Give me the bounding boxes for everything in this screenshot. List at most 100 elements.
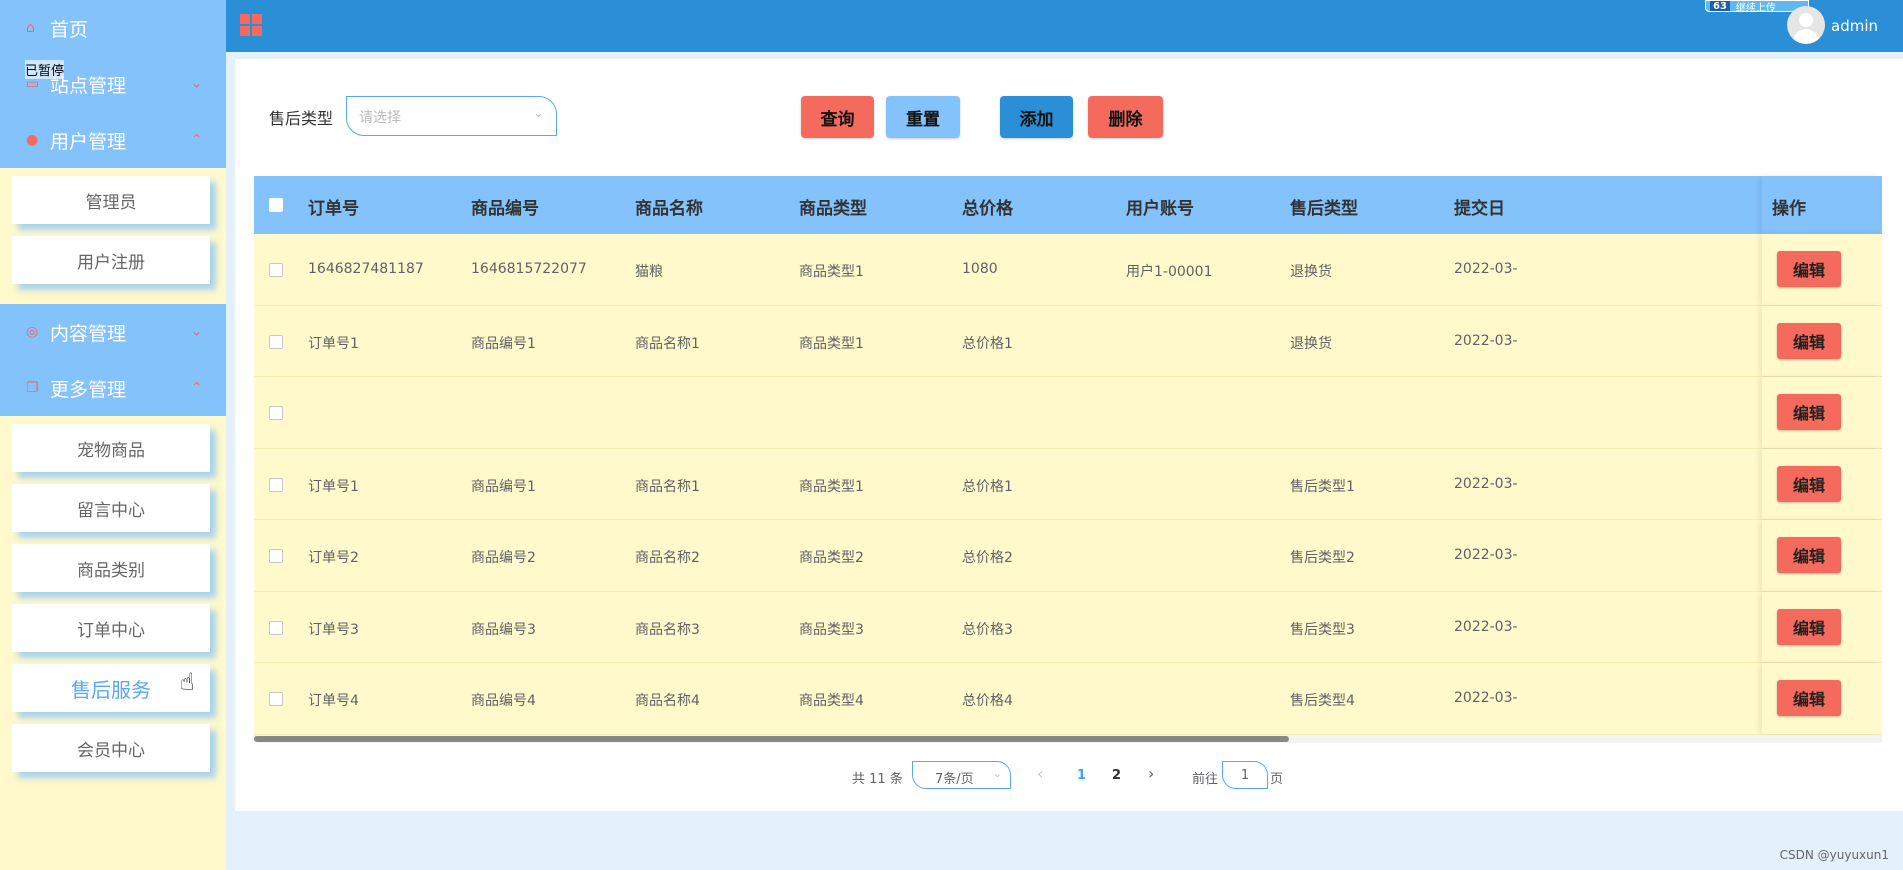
actions-cell: 编辑 bbox=[1762, 520, 1882, 591]
pagination-total: 共 11 条 bbox=[852, 772, 903, 787]
cell-order-no: 订单号1 bbox=[308, 478, 359, 495]
filter-label: 售后类型 bbox=[269, 109, 334, 128]
page-size-select[interactable]: 7条/页 ⌄ bbox=[912, 761, 1011, 789]
col-goods-no: 商品编号 bbox=[471, 199, 539, 219]
table-row: 订单号3 商品编号3 商品名称3 商品类型3 总价格3 售后类型3 2022-03- 编辑 bbox=[254, 591, 1882, 663]
sidebar-item-pet-goods[interactable]: 宠物商品 bbox=[12, 424, 210, 472]
copy-icon: ❐ bbox=[26, 380, 39, 396]
actions-cell: 编辑 bbox=[1762, 234, 1882, 305]
cell-user-account: 用户1-00001 bbox=[1126, 264, 1213, 280]
user-submenu: 管理员 用户注册 bbox=[0, 168, 226, 304]
cell-submit-date: 2022-03- bbox=[1454, 332, 1518, 349]
username[interactable]: admin bbox=[1831, 17, 1878, 35]
cell-submit-date: 2022-03- bbox=[1454, 618, 1518, 635]
cell-goods-type: 商品类型1 bbox=[799, 335, 864, 352]
cell-goods-name: 商品名称1 bbox=[635, 335, 700, 352]
select-all-checkbox[interactable] bbox=[269, 198, 283, 212]
cell-goods-no: 商品编号1 bbox=[471, 478, 536, 495]
row-checkbox[interactable] bbox=[269, 477, 283, 492]
col-actions-header: 操作 bbox=[1762, 176, 1882, 234]
select-placeholder: 请选择 bbox=[359, 110, 401, 126]
row-checkbox[interactable] bbox=[269, 334, 283, 349]
cell-goods-type: 商品类型1 bbox=[799, 264, 864, 280]
sidebar-item-categories[interactable]: 商品类别 bbox=[12, 544, 210, 592]
col-user-account: 用户账号 bbox=[1126, 199, 1194, 219]
cell-after-sales-type: 退换货 bbox=[1290, 264, 1332, 280]
reset-button[interactable]: 重置 bbox=[886, 96, 960, 138]
menu-more-management[interactable]: ❐ 更多管理 ⌃ bbox=[0, 360, 226, 416]
cell-total-price: 总价格1 bbox=[962, 478, 1013, 495]
row-checkbox[interactable] bbox=[269, 406, 283, 420]
row-checkbox[interactable] bbox=[269, 549, 283, 563]
add-button[interactable]: 添加 bbox=[1000, 96, 1073, 138]
chevron-up-icon: ⌃ bbox=[191, 380, 202, 396]
page-1-button[interactable]: 1 bbox=[1077, 768, 1086, 783]
cell-submit-date: 2022-03- bbox=[1454, 475, 1518, 492]
sidebar: ⌂ 首页 ▭ 站点管理 ⌄ ● 用户管理 ⌃ 管理员 用户注册 ◎ 内容管理 ⌄… bbox=[0, 0, 226, 870]
cell-after-sales-type: 售后类型2 bbox=[1290, 550, 1355, 566]
menu-content-management[interactable]: ◎ 内容管理 ⌄ bbox=[0, 304, 226, 360]
col-order-no: 订单号 bbox=[308, 199, 359, 219]
chevron-down-icon: ⌄ bbox=[992, 767, 1002, 780]
paused-label: 已暂停 bbox=[25, 60, 65, 79]
cell-goods-type: 商品类型1 bbox=[799, 478, 864, 495]
upload-badge-prefix: 63 bbox=[1710, 1, 1730, 11]
cell-goods-name: 商品名称3 bbox=[635, 621, 700, 638]
horizontal-scrollbar[interactable] bbox=[254, 734, 1882, 743]
col-after-sales-type: 售后类型 bbox=[1290, 199, 1358, 219]
actions-cell: 编辑 bbox=[1762, 448, 1882, 519]
edit-button[interactable]: 编辑 bbox=[1777, 608, 1841, 645]
menu-grid-icon[interactable] bbox=[240, 14, 262, 36]
table-row: 订单号1 商品编号1 商品名称1 商品类型1 总价格1 退换货 2022-03- 编辑 bbox=[254, 305, 1882, 377]
sidebar-item-members[interactable]: 会员中心 bbox=[12, 724, 210, 772]
goto-page-input[interactable]: 1 bbox=[1222, 761, 1268, 789]
next-page-button[interactable]: › bbox=[1148, 764, 1154, 783]
chevron-down-icon: ⌄ bbox=[533, 106, 544, 121]
cell-goods-no: 1646815722077 bbox=[471, 261, 587, 277]
delete-button[interactable]: 删除 bbox=[1088, 96, 1163, 138]
scrollbar-thumb[interactable] bbox=[254, 735, 1289, 742]
goto-suffix: 页 bbox=[1270, 772, 1284, 787]
cell-total-price: 总价格1 bbox=[962, 335, 1013, 352]
edit-button[interactable]: 编辑 bbox=[1777, 322, 1841, 359]
upload-badge-label: 继续上传 bbox=[1735, 2, 1776, 12]
table-row: 编辑 bbox=[254, 377, 1882, 449]
actions-cell: 编辑 bbox=[1762, 663, 1882, 734]
row-checkbox[interactable] bbox=[269, 692, 283, 706]
avatar[interactable] bbox=[1787, 6, 1825, 44]
query-button[interactable]: 查询 bbox=[801, 96, 874, 138]
menu-home[interactable]: ⌂ 首页 bbox=[0, 0, 226, 56]
prev-page-button[interactable]: ‹ bbox=[1037, 764, 1043, 783]
row-checkbox[interactable] bbox=[269, 620, 283, 635]
after-sales-type-select[interactable]: 请选择 ⌄ bbox=[346, 96, 557, 136]
edit-button[interactable]: 编辑 bbox=[1777, 465, 1841, 502]
edit-button[interactable]: 编辑 bbox=[1777, 537, 1841, 573]
edit-button[interactable]: 编辑 bbox=[1777, 251, 1841, 287]
chevron-down-icon: ⌄ bbox=[191, 324, 202, 340]
menu-users-label: 用户管理 bbox=[50, 130, 127, 153]
data-table: 订单号 商品编号 商品名称 商品类型 总价格 用户账号 售后类型 提交日 操作 … bbox=[254, 176, 1882, 743]
menu-user-management[interactable]: ● 用户管理 ⌃ bbox=[0, 112, 226, 168]
user-icon: ● bbox=[26, 132, 39, 148]
more-submenu: 宠物商品 留言中心 商品类别 订单中心 售后服务 会员中心 bbox=[0, 416, 226, 792]
sidebar-item-admin[interactable]: 管理员 bbox=[12, 176, 210, 224]
edit-button[interactable]: 编辑 bbox=[1777, 394, 1841, 430]
cell-after-sales-type: 售后类型4 bbox=[1290, 693, 1355, 709]
sidebar-item-orders[interactable]: 订单中心 bbox=[12, 604, 210, 652]
cell-after-sales-type: 售后类型3 bbox=[1290, 621, 1355, 638]
sidebar-item-user-register[interactable]: 用户注册 bbox=[12, 236, 210, 284]
col-total-price: 总价格 bbox=[962, 199, 1013, 219]
row-checkbox[interactable] bbox=[269, 263, 283, 277]
cell-total-price: 1080 bbox=[962, 261, 998, 277]
edit-button[interactable]: 编辑 bbox=[1777, 680, 1841, 716]
sidebar-item-messages[interactable]: 留言中心 bbox=[12, 484, 210, 532]
actions-cell: 编辑 bbox=[1762, 305, 1882, 376]
table-row: 订单号2 商品编号2 商品名称2 商品类型2 总价格2 售后类型2 2022-03- 编辑 bbox=[254, 520, 1882, 592]
col-submit-date: 提交日 bbox=[1454, 199, 1505, 219]
cell-after-sales-type: 退换货 bbox=[1290, 335, 1332, 352]
page-2-button[interactable]: 2 bbox=[1112, 768, 1121, 783]
cell-order-no: 订单号3 bbox=[308, 621, 359, 638]
cell-total-price: 总价格2 bbox=[962, 550, 1013, 566]
cell-goods-name: 商品名称1 bbox=[635, 478, 700, 495]
chat-icon: ◎ bbox=[26, 324, 39, 340]
